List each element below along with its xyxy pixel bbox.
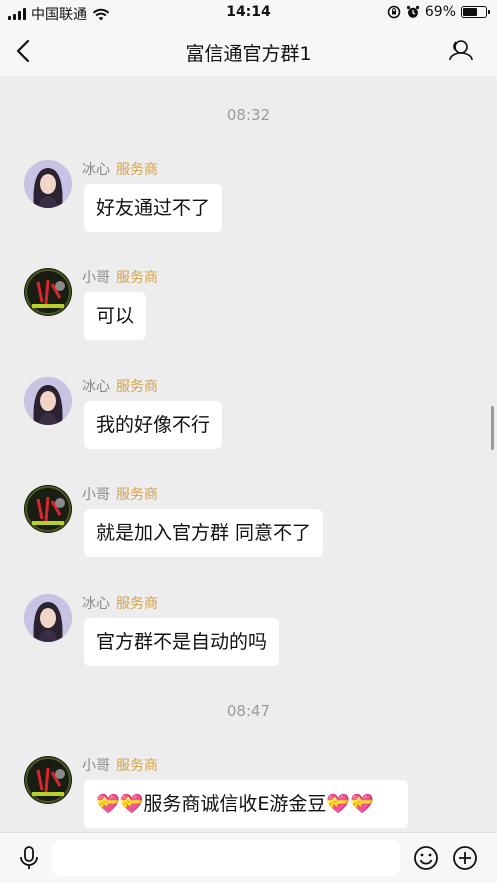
message-text: 服务商诚信收E游金豆 <box>143 793 327 815</box>
role-tag: 服务商 <box>116 596 158 612</box>
role-tag: 服务商 <box>116 487 158 503</box>
message-bubble[interactable]: 可以 <box>84 292 147 340</box>
scroll-indicator[interactable] <box>491 406 494 450</box>
sender-line: 冰心 服务商 <box>82 376 158 396</box>
avatar[interactable] <box>24 268 72 316</box>
gift-heart-emoji: 💝 <box>96 793 120 815</box>
sender-line: 冰心 服务商 <box>82 593 158 613</box>
message-bubble[interactable]: 我的好像不行 <box>84 401 223 449</box>
sender-name: 小哥 <box>82 758 110 774</box>
sender-line: 小哥 服务商 <box>82 267 158 287</box>
message-bubble[interactable]: 💝💝服务商诚信收E游金豆💝💝 <box>84 780 408 828</box>
role-tag: 服务商 <box>116 758 158 774</box>
message-bubble[interactable]: 好友通过不了 <box>84 184 223 232</box>
avatar[interactable] <box>24 594 72 642</box>
role-tag: 服务商 <box>116 270 158 286</box>
group-profile-icon[interactable] <box>447 38 473 64</box>
message-bubble[interactable]: 官方群不是自动的吗 <box>84 618 280 666</box>
role-tag: 服务商 <box>116 379 158 395</box>
gift-heart-emoji: 💝 <box>119 793 144 815</box>
avatar[interactable] <box>24 160 72 208</box>
sender-name: 冰心 <box>82 596 110 612</box>
status-right: 69% <box>387 4 490 20</box>
avatar[interactable] <box>24 756 72 804</box>
timestamp: 08:32 <box>226 106 271 124</box>
message-input[interactable] <box>52 840 400 876</box>
sender-line: 小哥 服务商 <box>82 484 158 504</box>
gift-heart-emoji: 💝 <box>326 793 351 815</box>
message-bubble[interactable]: 就是加入官方群 同意不了 <box>84 509 324 557</box>
nav-bar: 富信通官方群1 <box>0 26 497 76</box>
status-bar: 中国联通 14:14 69% <box>0 0 497 26</box>
avatar[interactable] <box>24 485 72 533</box>
alarm-icon <box>406 5 419 18</box>
chat-area[interactable]: 08:32 冰心 服务商 好友通过不了 小哥 服务商 可以 冰心 服务商 我的好… <box>0 76 497 832</box>
chat-title: 富信通官方群1 <box>185 43 312 65</box>
plus-circle-icon[interactable] <box>452 845 478 871</box>
battery-icon <box>461 6 490 18</box>
sender-name: 小哥 <box>82 270 110 286</box>
smiley-icon[interactable] <box>413 845 439 871</box>
battery-percent: 69% <box>424 4 456 20</box>
sender-line: 冰心 服务商 <box>82 159 158 179</box>
sender-line: 小哥 服务商 <box>82 755 158 775</box>
role-tag: 服务商 <box>116 162 158 178</box>
sender-name: 小哥 <box>82 487 110 503</box>
microphone-icon[interactable] <box>16 845 42 871</box>
rotation-lock-icon <box>387 5 401 19</box>
avatar[interactable] <box>24 377 72 425</box>
timestamp: 08:47 <box>226 702 271 720</box>
sender-name: 冰心 <box>82 379 110 395</box>
sender-name: 冰心 <box>82 162 110 178</box>
gift-heart-emoji: 💝 <box>350 793 374 815</box>
input-bar <box>0 832 497 883</box>
